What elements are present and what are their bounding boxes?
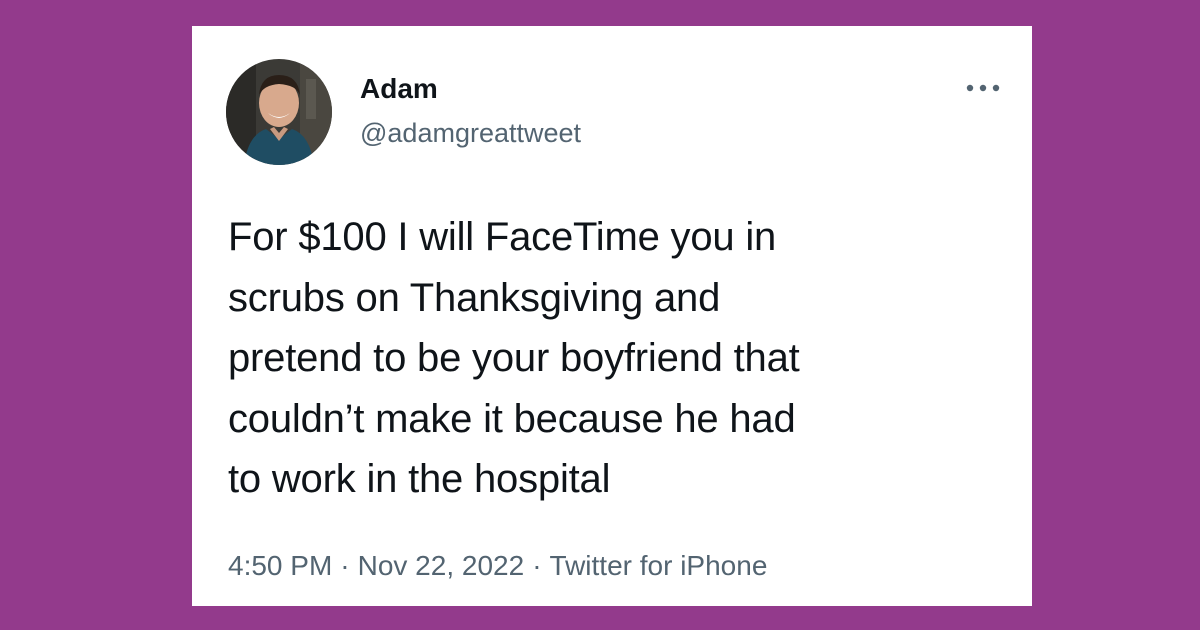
more-options-button[interactable] — [958, 71, 1008, 105]
avatar[interactable] — [226, 59, 332, 165]
tweet-date[interactable]: Nov 22, 2022 — [358, 549, 525, 583]
tweet-text: For $100 I will FaceTime you in scrubs o… — [228, 215, 800, 501]
separator-dot: · — [340, 550, 350, 581]
user-handle[interactable]: @adamgreattweet — [360, 117, 581, 149]
tweet-card: Adam @adamgreattweet For $100 I will Fac… — [192, 26, 1032, 606]
separator-dot: · — [532, 550, 542, 581]
tweet-time[interactable]: 4:50 PM — [228, 549, 332, 583]
display-name[interactable]: Adam — [360, 73, 438, 105]
tweet-source-link[interactable]: Twitter for iPhone — [550, 549, 768, 583]
ellipsis-icon — [966, 84, 1000, 92]
profile-photo-icon — [226, 59, 332, 165]
tweet-metadata: 4:50 PM · Nov 22, 2022 · Twitter for iPh… — [228, 549, 767, 583]
